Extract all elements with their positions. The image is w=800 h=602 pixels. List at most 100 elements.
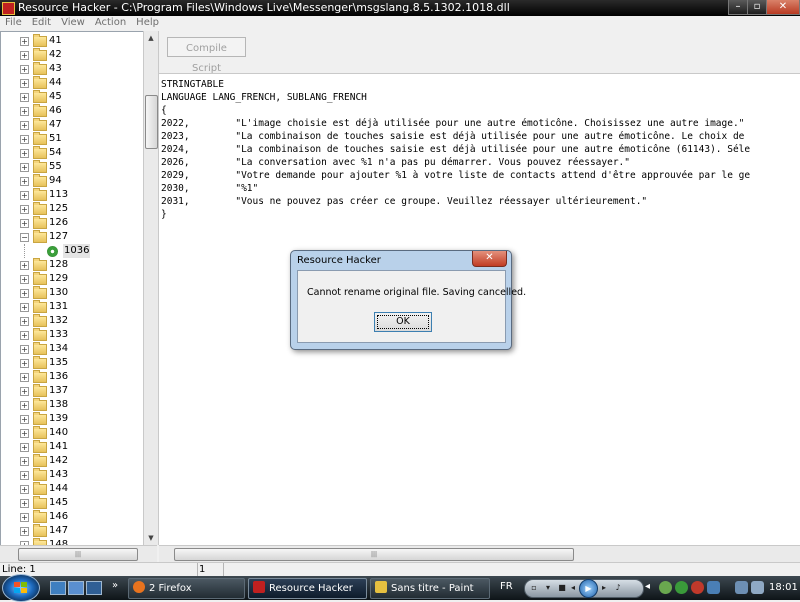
expand-icon[interactable]: + — [20, 205, 29, 214]
tree-item[interactable]: +46 — [1, 104, 144, 118]
close-button[interactable]: ✕ — [766, 0, 800, 15]
script-line[interactable]: 2024, "La combinaison de touches saisie … — [161, 143, 800, 156]
tree-item[interactable]: +142 — [1, 454, 144, 468]
script-line[interactable]: 2023, "La combinaison de touches saisie … — [161, 130, 800, 143]
media-volume-icon[interactable]: ♪ — [613, 583, 623, 593]
expand-icon[interactable]: + — [20, 65, 29, 74]
compile-script-button[interactable]: Compile Script — [167, 37, 246, 74]
expand-icon[interactable]: + — [20, 135, 29, 144]
tree-item[interactable]: +144 — [1, 482, 144, 496]
expand-icon[interactable]: + — [20, 499, 29, 508]
expand-icon[interactable]: + — [20, 443, 29, 452]
expand-icon[interactable]: + — [20, 261, 29, 270]
tree-item[interactable]: +43 — [1, 62, 144, 76]
tree-item[interactable]: +145 — [1, 496, 144, 510]
expand-icon[interactable]: + — [20, 275, 29, 284]
tree-item[interactable]: +45 — [1, 90, 144, 104]
tree-item[interactable]: +141 — [1, 440, 144, 454]
tray-messenger-icon[interactable] — [675, 581, 688, 594]
script-line[interactable]: 2026, "La conversation avec %1 n'a pas p… — [161, 156, 800, 169]
expand-icon[interactable]: + — [20, 317, 29, 326]
tree-item[interactable]: +135 — [1, 356, 144, 370]
menu-edit[interactable]: Edit — [32, 17, 51, 28]
tray-alert-icon[interactable] — [691, 581, 704, 594]
expand-icon[interactable]: + — [20, 289, 29, 298]
tree-scroll-thumb[interactable] — [145, 95, 158, 149]
tray-network-icon[interactable] — [735, 581, 748, 594]
expand-icon[interactable]: + — [20, 93, 29, 102]
expand-icon[interactable]: + — [20, 401, 29, 410]
tree-item[interactable]: +94 — [1, 174, 144, 188]
quicklaunch-overflow-icon[interactable]: » — [112, 580, 118, 591]
taskbar-button-paint[interactable]: Sans titre - Paint — [370, 578, 490, 599]
collapse-icon[interactable]: − — [20, 233, 29, 242]
tree-item[interactable]: +134 — [1, 342, 144, 356]
expand-icon[interactable]: + — [20, 471, 29, 480]
script-line[interactable]: 2030, "%1" — [161, 182, 800, 195]
tree-item[interactable]: +126 — [1, 216, 144, 230]
expand-icon[interactable]: + — [20, 387, 29, 396]
tree-item[interactable]: +137 — [1, 384, 144, 398]
scroll-down-arrow-icon[interactable]: ▼ — [144, 531, 158, 545]
script-line[interactable]: LANGUAGE LANG_FRENCH, SUBLANG_FRENCH — [161, 91, 800, 104]
tree-item[interactable]: +136 — [1, 370, 144, 384]
tree-child-item[interactable]: 1036 — [1, 244, 144, 258]
expand-icon[interactable]: + — [20, 121, 29, 130]
ok-button[interactable]: OK — [374, 312, 432, 332]
tree-item[interactable]: +128 — [1, 258, 144, 272]
media-prev-icon[interactable]: ◂ — [568, 583, 578, 593]
expand-icon[interactable]: + — [20, 345, 29, 354]
tree-item[interactable]: +41 — [1, 34, 144, 48]
menu-file[interactable]: File — [5, 17, 22, 28]
tree-vertical-scrollbar[interactable]: ▲ ▼ — [143, 31, 158, 545]
expand-icon[interactable]: + — [20, 527, 29, 536]
tree-item[interactable]: +133 — [1, 328, 144, 342]
expand-icon[interactable]: + — [20, 373, 29, 382]
tree-item[interactable]: +113 — [1, 188, 144, 202]
tree-item[interactable]: +146 — [1, 510, 144, 524]
script-line[interactable]: 2022, "L'image choisie est déjà utilisée… — [161, 117, 800, 130]
expand-icon[interactable]: + — [20, 51, 29, 60]
menu-view[interactable]: View — [61, 17, 85, 28]
expand-icon[interactable]: + — [20, 191, 29, 200]
script-line[interactable]: 2031, "Vous ne pouvez pas créer ce group… — [161, 195, 800, 208]
minimize-button[interactable]: – — [728, 0, 748, 15]
expand-icon[interactable]: + — [20, 457, 29, 466]
tree-item[interactable]: +47 — [1, 118, 144, 132]
media-play-icon[interactable]: ▶ — [579, 579, 598, 598]
expand-icon[interactable]: + — [20, 107, 29, 116]
tree-item[interactable]: +132 — [1, 314, 144, 328]
maximize-button[interactable]: ▫ — [747, 0, 767, 15]
expand-icon[interactable]: + — [20, 79, 29, 88]
tree-horizontal-scrollbar[interactable]: ||| — [0, 545, 157, 562]
expand-icon[interactable]: + — [20, 331, 29, 340]
tree-item[interactable]: +138 — [1, 398, 144, 412]
media-stop-icon[interactable]: ■ — [557, 583, 567, 593]
clock[interactable]: 18:01 — [769, 582, 798, 593]
tree-item[interactable]: − 127 — [1, 230, 144, 244]
tree-item[interactable]: +147 — [1, 524, 144, 538]
expand-icon[interactable]: + — [20, 149, 29, 158]
tree-item[interactable]: +140 — [1, 426, 144, 440]
script-line[interactable]: } — [161, 208, 800, 221]
tray-expand-icon[interactable]: ◂ — [645, 581, 650, 592]
menu-action[interactable]: Action — [95, 17, 126, 28]
tray-volume-icon[interactable] — [751, 581, 764, 594]
tree-item[interactable]: +54 — [1, 146, 144, 160]
script-line[interactable]: 2029, "Votre demande pour ajouter %1 à v… — [161, 169, 800, 182]
internet-explorer-icon[interactable] — [86, 581, 102, 595]
expand-icon[interactable]: + — [20, 359, 29, 368]
expand-icon[interactable]: + — [20, 513, 29, 522]
media-restore-icon[interactable]: ▫ — [529, 583, 539, 593]
script-line[interactable]: STRINGTABLE — [161, 78, 800, 91]
tree-item[interactable]: +143 — [1, 468, 144, 482]
switch-windows-icon[interactable] — [68, 581, 84, 595]
tray-update-icon[interactable] — [707, 581, 720, 594]
tree-hscroll-thumb[interactable]: ||| — [18, 548, 138, 561]
tree-item[interactable]: +139 — [1, 412, 144, 426]
expand-icon[interactable]: + — [20, 177, 29, 186]
expand-icon[interactable]: + — [20, 485, 29, 494]
resource-tree[interactable]: +41 +42 +43 +44 +45 +46 +47 +51 +54 +55 +94 +113 +12… — [0, 31, 145, 547]
editor-horizontal-scrollbar[interactable]: ||| — [159, 545, 800, 562]
tray-security-icon[interactable] — [659, 581, 672, 594]
